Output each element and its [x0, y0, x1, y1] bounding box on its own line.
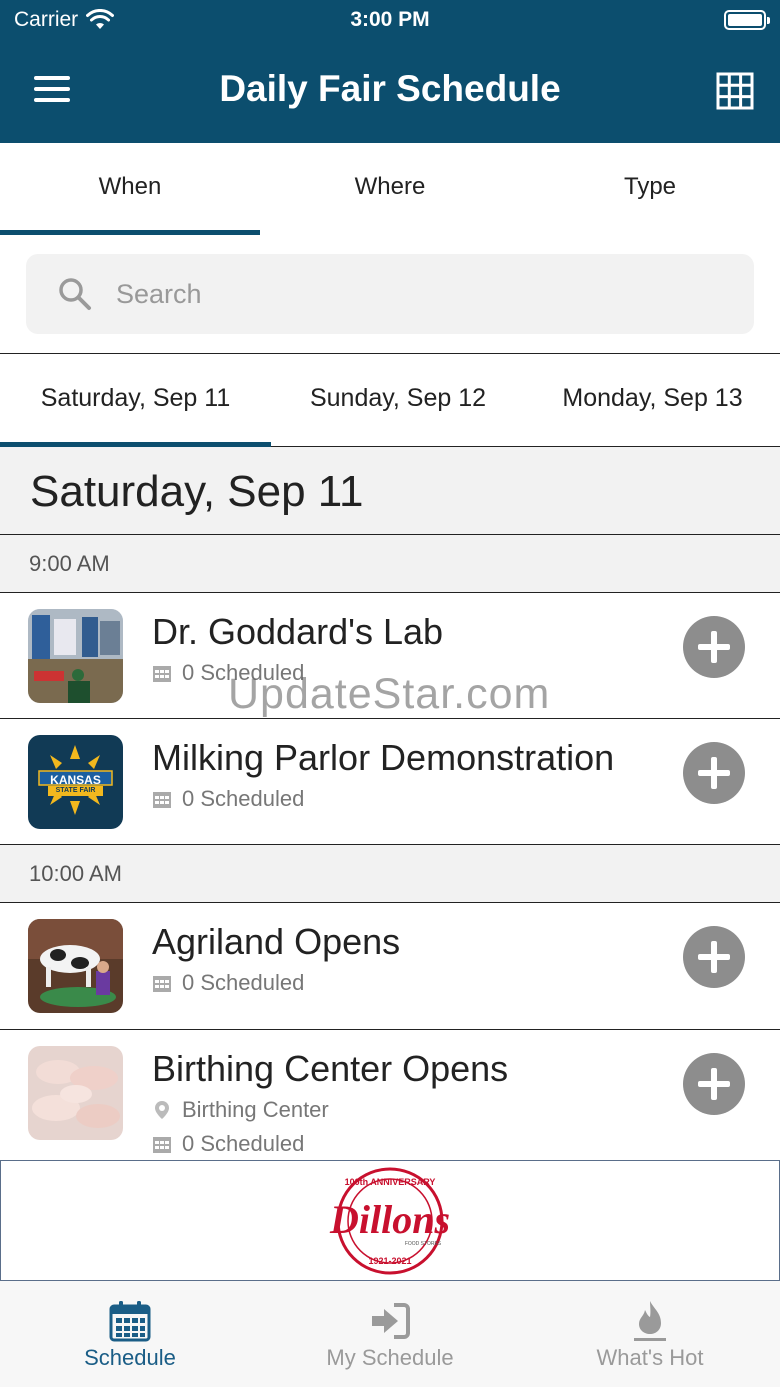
- date-tabs: Saturday, Sep 11 Sunday, Sep 12 Monday, …: [0, 353, 780, 447]
- calendar-icon: [153, 976, 171, 992]
- page-title: Daily Fair Schedule: [219, 68, 561, 109]
- event-thumbnail: [28, 919, 123, 1013]
- event-title: Milking Parlor Demonstration: [152, 737, 615, 778]
- ad-years: 1921-2021: [368, 1256, 411, 1266]
- search-input[interactable]: [116, 278, 676, 310]
- calendar-icon: [153, 792, 171, 808]
- ad-sub: FOOD STORES: [405, 1241, 442, 1247]
- event-thumbnail: [28, 1046, 123, 1140]
- filter-tabs: When Where Type: [0, 143, 780, 235]
- nav-label: What's Hot: [596, 1345, 704, 1370]
- list-item[interactable]: Birthing Center Opens Birthing Center 0 …: [0, 1030, 780, 1160]
- battery-icon: [724, 10, 770, 30]
- kansas-logo-text: KANSAS: [50, 773, 101, 787]
- list-item[interactable]: KANSAS STATE FAIR Milking Parlor Demonst…: [0, 719, 780, 845]
- tab-type[interactable]: Type: [520, 143, 780, 235]
- add-to-schedule-button[interactable]: [683, 1053, 745, 1115]
- time-group-header: 10:00 AM: [0, 845, 780, 903]
- nav-schedule[interactable]: Schedule: [0, 1281, 260, 1387]
- list-item[interactable]: Dr. Goddard's Lab 0 Scheduled: [0, 593, 780, 719]
- ad-brand: Dillons: [329, 1197, 450, 1242]
- kansas-logo-subtext: STATE FAIR: [55, 787, 96, 794]
- time-group-header: 9:00 AM: [0, 535, 780, 593]
- list-item[interactable]: Agriland Opens 0 Scheduled: [0, 903, 780, 1030]
- date-tab-sep-12[interactable]: Sunday, Sep 12: [271, 354, 525, 446]
- nav-whats-hot[interactable]: What's Hot: [520, 1281, 780, 1387]
- scheduled-label: 0 Scheduled: [182, 660, 305, 685]
- add-to-schedule-button[interactable]: [683, 742, 745, 804]
- scheduled-count: 0 Scheduled: [152, 660, 304, 686]
- tab-when[interactable]: When: [0, 143, 260, 235]
- scheduled-label: 0 Scheduled: [182, 970, 305, 995]
- date-tab-sep-13[interactable]: Monday, Sep 13: [525, 354, 780, 446]
- add-to-schedule-button[interactable]: [683, 616, 745, 678]
- scheduled-count: 0 Scheduled: [152, 786, 304, 812]
- date-tab-sep-11[interactable]: Saturday, Sep 11: [0, 354, 271, 447]
- tab-where[interactable]: Where: [260, 143, 520, 235]
- status-time: 3:00 PM: [350, 8, 430, 31]
- scheduled-label: 0 Scheduled: [182, 786, 305, 811]
- calendar-icon: [153, 1137, 171, 1153]
- event-location: Birthing Center: [152, 1097, 329, 1123]
- grid-view-icon[interactable]: [716, 72, 754, 110]
- scheduled-count: 0 Scheduled: [152, 1131, 304, 1157]
- ad-tagline: 100th ANNIVERSARY: [345, 1177, 436, 1187]
- add-to-schedule-button[interactable]: [683, 926, 745, 988]
- app-header: Carrier 3:00 PM Daily Fair Schedule: [0, 0, 780, 143]
- status-bar: Carrier 3:00 PM: [0, 0, 780, 40]
- sponsor-banner[interactable]: 100th ANNIVERSARY Dillons FOOD STORES 19…: [0, 1160, 780, 1281]
- flame-icon: [634, 1301, 666, 1341]
- search-bar[interactable]: [26, 254, 754, 334]
- day-heading: Saturday, Sep 11: [0, 447, 780, 535]
- calendar-icon: [109, 1301, 151, 1342]
- scheduled-label: 0 Scheduled: [182, 1131, 305, 1156]
- kansas-state-fair-logo: KANSAS STATE FAIR: [28, 735, 123, 829]
- nav-my-schedule[interactable]: My Schedule: [260, 1281, 520, 1387]
- sign-in-icon: [372, 1303, 410, 1339]
- calendar-icon: [153, 666, 171, 682]
- location-pin-icon: [155, 1101, 169, 1119]
- event-title: Birthing Center Opens: [152, 1048, 509, 1089]
- event-title: Agriland Opens: [152, 921, 401, 962]
- event-thumbnail: [28, 609, 123, 703]
- bottom-tab-bar: Schedule My Schedule What's Hot: [0, 1281, 780, 1387]
- nav-label: My Schedule: [326, 1345, 454, 1370]
- dillons-logo: 100th ANNIVERSARY Dillons FOOD STORES 19…: [329, 1167, 450, 1274]
- scheduled-count: 0 Scheduled: [152, 970, 304, 996]
- event-title: Dr. Goddard's Lab: [152, 611, 444, 652]
- location-label: Birthing Center: [182, 1097, 329, 1122]
- search-icon: [59, 278, 91, 310]
- nav-label: Schedule: [84, 1345, 176, 1370]
